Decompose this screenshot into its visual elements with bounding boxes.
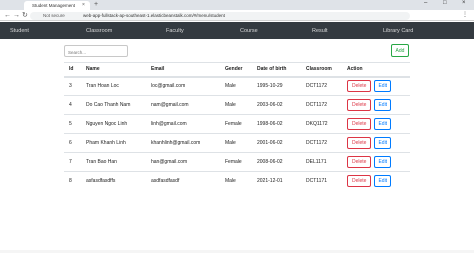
cell-classroom: DCT1171 <box>301 171 342 191</box>
nav-result[interactable]: Result <box>312 28 328 34</box>
delete-button[interactable]: Delete <box>347 118 372 130</box>
tab-title: Student Management <box>32 3 76 8</box>
edit-button[interactable]: Edit <box>374 99 392 111</box>
col-gender: Gender <box>220 62 252 78</box>
cell-dob: 2003-06-02 <box>252 95 301 115</box>
edit-button[interactable]: Edit <box>374 175 392 188</box>
col-action: Action <box>342 62 410 78</box>
cell-email: nam@gmail.com <box>146 95 220 115</box>
edit-button[interactable]: Edit <box>374 156 392 168</box>
cell-email: asdfasdfasdf <box>146 171 220 191</box>
cell-dob: 1995-10-29 <box>252 76 301 96</box>
table-row: 3 Tran Hoan Loc loc@gmail.com Male 1995-10-2… <box>64 76 410 96</box>
cell-dob: 1998-06-02 <box>252 114 301 134</box>
cell-classroom: DCT1172 <box>301 76 342 96</box>
cell-id: 4 <box>64 95 81 115</box>
cell-id: 3 <box>64 76 81 96</box>
cell-name: Tran Bao Han <box>81 152 146 172</box>
cell-action: Delete Edit <box>342 114 410 134</box>
edit-button[interactable]: Edit <box>374 80 392 93</box>
cell-id: 7 <box>64 152 81 172</box>
window-close-icon[interactable]: × <box>462 0 466 6</box>
cell-action: Delete Edit <box>342 171 410 191</box>
reload-icon[interactable]: ↻ <box>22 11 28 20</box>
table-row: 6 Pham Khanh Linh khanhlinh@gmail.com Male 2… <box>64 133 410 153</box>
cell-dob: 2008-06-02 <box>252 152 301 172</box>
nav-library-card[interactable]: Library Card <box>383 28 413 34</box>
cell-action: Delete Edit <box>342 133 410 153</box>
new-tab-icon[interactable]: + <box>94 1 98 8</box>
cell-email: han@gmail.com <box>146 152 220 172</box>
col-dob: Date of birth <box>252 62 301 78</box>
col-classroom: Classroom <box>301 62 342 78</box>
table-row: 8 asfasdfasdffs asdfasdfasdf Male 2021-12-01… <box>64 171 410 191</box>
delete-button[interactable]: Delete <box>347 137 372 149</box>
students-table: Id Name Email Gender Date of birth Class… <box>64 62 410 191</box>
cell-dob: 2021-12-01 <box>252 171 301 191</box>
browser-tab[interactable]: Student Management <box>24 1 90 10</box>
col-id: Id <box>64 62 81 78</box>
minimize-icon[interactable]: – <box>424 0 427 6</box>
cell-gender: Female <box>220 152 252 172</box>
cell-id: 6 <box>64 133 81 153</box>
add-button[interactable]: Add <box>391 44 409 57</box>
browser-menu-icon[interactable]: ⋮ <box>462 11 468 18</box>
cell-action: Delete Edit <box>342 76 410 96</box>
cell-name: asfasdfasdffs <box>81 171 146 191</box>
search-input[interactable] <box>64 45 128 57</box>
cell-action: Delete Edit <box>342 95 410 115</box>
cell-email: linh@gmail.com <box>146 114 220 134</box>
maximize-icon[interactable]: □ <box>443 0 447 6</box>
cell-dob: 2001-06-02 <box>252 133 301 153</box>
delete-button[interactable]: Delete <box>347 80 372 93</box>
cell-action: Delete Edit <box>342 152 410 172</box>
nav-course[interactable]: Course <box>240 28 258 34</box>
cell-gender: Male <box>220 171 252 191</box>
table-row: 5 Nguyen Ngoc Linh linh@gmail.com Female 199… <box>64 114 410 134</box>
cell-email: khanhlinh@gmail.com <box>146 133 220 153</box>
cell-gender: Male <box>220 76 252 96</box>
delete-button[interactable]: Delete <box>347 156 372 168</box>
cell-name: Nguyen Ngoc Linh <box>81 114 146 134</box>
cell-email: loc@gmail.com <box>146 76 220 96</box>
not-secure-label: Not secure <box>43 13 65 18</box>
table-row: 7 Tran Bao Han han@gmail.com Female 2008-06-… <box>64 152 410 172</box>
col-name: Name <box>81 62 146 78</box>
col-email: Email <box>146 62 220 78</box>
cell-id: 8 <box>64 171 81 191</box>
cell-classroom: DKQ1172 <box>301 114 342 134</box>
table-header-row: Id Name Email Gender Date of birth Class… <box>64 62 410 78</box>
cell-gender: Male <box>220 95 252 115</box>
cell-name: Pham Khanh Linh <box>81 133 146 153</box>
cell-classroom: DEL1171 <box>301 152 342 172</box>
tab-close-icon[interactable]: × <box>82 2 85 8</box>
forward-icon[interactable]: → <box>13 11 20 20</box>
cell-gender: Female <box>220 114 252 134</box>
cell-classroom: DCT1172 <box>301 95 342 115</box>
table-row: 4 Do Cao Thanh Nam nam@gmail.com Male 2003-0… <box>64 95 410 115</box>
nav-classroom[interactable]: Classroom <box>86 28 112 34</box>
back-icon[interactable]: ← <box>4 11 11 20</box>
cell-name: Do Cao Thanh Nam <box>81 95 146 115</box>
cell-classroom: DCT1172 <box>301 133 342 153</box>
url-text[interactable]: web-app-fullstack-ap-southeast-1.elastic… <box>83 13 225 18</box>
cell-name: Tran Hoan Loc <box>81 76 146 96</box>
edit-button[interactable]: Edit <box>374 118 392 130</box>
delete-button[interactable]: Delete <box>347 99 372 111</box>
delete-button[interactable]: Delete <box>347 175 372 188</box>
cell-id: 5 <box>64 114 81 134</box>
nav-faculty[interactable]: Faculty <box>166 28 184 34</box>
nav-student[interactable]: Student <box>10 28 29 34</box>
edit-button[interactable]: Edit <box>374 137 392 149</box>
cell-gender: Male <box>220 133 252 153</box>
